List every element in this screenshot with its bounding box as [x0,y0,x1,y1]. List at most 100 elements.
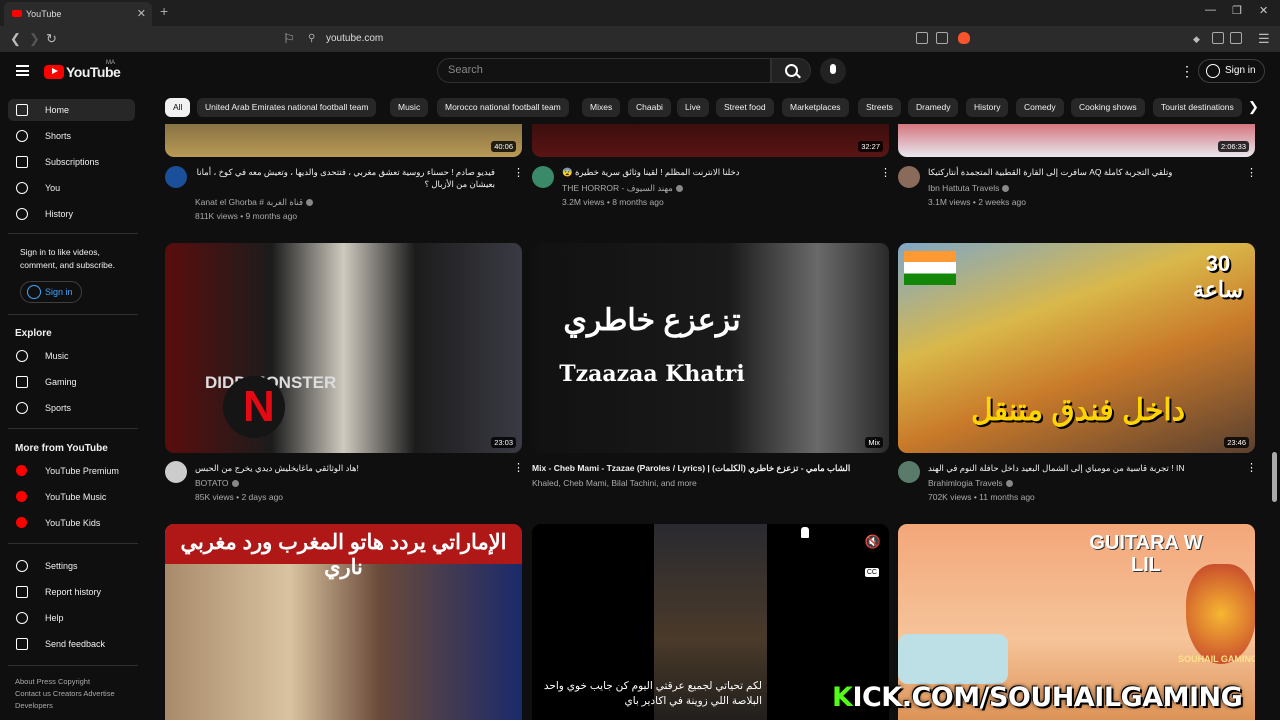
footer-line[interactable]: Contact us Creators Advertise [15,688,140,700]
sidebar-toggle-icon[interactable] [1230,32,1242,44]
chip-cooking-shows[interactable]: Cooking shows [1071,98,1145,117]
forward-icon[interactable]: ❯ [29,31,40,47]
chevron-right-icon[interactable]: ❯ [1248,99,1259,115]
cast-icon[interactable] [916,32,928,44]
footer-links[interactable]: About Press Copyright Contact us Creator… [15,676,140,712]
chip-tourist-destinations[interactable]: Tourist destinations [1153,98,1242,117]
video-title[interactable]: تجربة قاسية من مومباي إلى الشمال البعيد … [928,462,1228,474]
channel-name[interactable]: Ibn Hattuta Travels [928,181,1228,195]
hamburger-menu-icon[interactable] [16,65,29,76]
sidebar-item-you[interactable]: You [8,177,135,199]
channel-avatar[interactable] [165,461,187,483]
channel-name-text[interactable]: Brahimlogia Travels [928,478,1003,488]
chip-marketplaces[interactable]: Marketplaces [782,98,849,117]
share-icon[interactable] [936,32,948,44]
channel-name[interactable]: THE HORROR - مهند السيوف [562,181,862,195]
video-title[interactable]: فيديو صادم ! حسناء روسية تعشق مغربي ، فت… [195,166,495,190]
close-window-icon[interactable]: ✕ [1259,4,1268,17]
chip-uae-football[interactable]: United Arab Emirates national football t… [197,98,377,117]
minimize-icon[interactable]: — [1205,4,1216,16]
search-button[interactable] [771,58,811,83]
sidebar-item-youtube-premium[interactable]: YouTube Premium [8,460,135,482]
music-icon [16,350,28,362]
extension-icon[interactable]: ◆ [1193,34,1200,45]
chip-comedy[interactable]: Comedy [1016,98,1064,117]
video-menu-icon[interactable]: ⋮ [880,166,891,179]
sidebar-item-youtube-kids[interactable]: YouTube Kids [8,512,135,534]
video-thumbnail[interactable]: الإماراتي يردد هاتو المغرب ورد مغربي نار… [165,524,522,720]
sidebar-item-subscriptions[interactable]: Subscriptions [8,151,135,173]
channel-name-text[interactable]: BOTATO [195,478,229,488]
voice-search-icon[interactable] [820,58,846,84]
sidebar-item-home[interactable]: Home [8,99,135,121]
chip-streets[interactable]: Streets [858,98,901,117]
sidebar-item-shorts[interactable]: Shorts [8,125,135,147]
extensions-icon[interactable] [1212,32,1224,44]
search-input[interactable]: Search [437,58,771,83]
header-signin-button[interactable]: Sign in [1198,59,1265,83]
video-thumbnail[interactable]: DIDD MONSTER N 23:03 [165,243,522,453]
video-thumbnail[interactable]: 40:06 [165,124,522,157]
video-thumbnail[interactable]: تزعزع خاطري Tzaazaa Khatri Mix [532,243,889,453]
video-title[interactable]: 😨 دخلنا الانترنت المظلم ! لقينا وثائق سر… [562,166,862,178]
footer-line[interactable]: Developers [15,700,140,712]
channel-name[interactable]: Brahimlogia Travels [928,476,1228,490]
footer-line[interactable]: About Press Copyright [15,676,140,688]
site-info-icon[interactable]: ⚲ [308,30,315,48]
brave-shield-icon[interactable] [958,32,970,44]
video-title[interactable]: Mix - Cheb Mami - Tzazae (Paroles / Lyri… [532,462,872,474]
sidebar-item-music[interactable]: Music [8,345,135,367]
url-field[interactable]: ⚲ youtube.com [300,30,980,48]
chip-dramedy[interactable]: Dramedy [908,98,959,117]
channel-name-text[interactable]: THE HORROR - مهند السيوف [562,183,673,193]
video-title[interactable]: سافرت إلى القارة القطبية المتجمدة أنتارك… [928,166,1228,178]
sidebar-item-send-feedback[interactable]: Send feedback [8,633,135,655]
chip-history[interactable]: History [966,98,1009,117]
video-menu-icon[interactable]: ⋮ [513,461,524,474]
channel-avatar[interactable] [898,461,920,483]
menu-icon[interactable]: ☰ [1258,31,1270,47]
channel-name[interactable]: Khaled, Cheb Mami, Bilal Tachini, and mo… [532,476,872,490]
sidebar-item-gaming[interactable]: Gaming [8,371,135,393]
sidebar-signin-button[interactable]: Sign in [20,281,82,303]
sidebar-item-sports[interactable]: Sports [8,397,135,419]
video-title[interactable]: هاد الوثائقي ماغايخليش ديدي يخرج من الحب… [195,462,495,474]
browser-tab[interactable]: YouTube ✕ [4,2,152,26]
sidebar-item-settings[interactable]: Settings [8,555,135,577]
chip-chaabi[interactable]: Chaabi [628,98,671,117]
channel-name-text[interactable]: Ibn Hattuta Travels [928,183,999,193]
chip-live[interactable]: Live [677,98,709,117]
channel-avatar[interactable] [165,166,187,188]
close-tab-icon[interactable]: ✕ [137,2,146,26]
new-tab-icon[interactable]: + [160,3,168,19]
channel-name[interactable]: BOTATO [195,476,495,490]
channel-name[interactable]: Kanat el Ghorba # قناة الغربة [195,195,495,209]
reload-icon[interactable]: ↻ [46,31,57,47]
chip-mixes[interactable]: Mixes [582,98,621,117]
video-menu-icon[interactable]: ⋮ [513,166,524,179]
bookmark-icon[interactable]: ⚐ [283,31,295,47]
video-thumbnail[interactable]: 32:27 [532,124,889,157]
channel-avatar[interactable] [532,166,554,188]
channel-avatar[interactable] [898,166,920,188]
chip-morocco-football[interactable]: Morocco national football team [437,98,569,117]
chip-music[interactable]: Music [390,98,429,117]
settings-kebab-icon[interactable]: ⋮ [1180,63,1194,80]
chip-all[interactable]: All [165,98,191,117]
channel-name-text[interactable]: Kanat el Ghorba # قناة الغربة [195,197,303,207]
sidebar-item-help[interactable]: Help [8,607,135,629]
youtube-logo[interactable]: YouTube MA [44,60,121,81]
scrollbar[interactable] [1272,452,1277,502]
video-menu-icon[interactable]: ⋮ [1246,166,1257,179]
sidebar-item-report-history[interactable]: Report history [8,581,135,603]
video-menu-icon[interactable]: ⋮ [1246,461,1257,474]
sidebar-item-youtube-music[interactable]: YouTube Music [8,486,135,508]
maximize-icon[interactable]: ❐ [1232,4,1242,17]
mute-icon[interactable]: 🔇 [865,534,881,550]
captions-icon[interactable]: CC [864,568,879,577]
video-thumbnail[interactable]: 30 ساعة داخل فندق متنقل 23:46 [898,243,1255,453]
chip-street-food[interactable]: Street food [716,98,774,117]
sidebar-item-history[interactable]: History [8,203,135,225]
video-thumbnail[interactable]: 2:06:33 [898,124,1255,157]
back-icon[interactable]: ❮ [10,31,21,47]
